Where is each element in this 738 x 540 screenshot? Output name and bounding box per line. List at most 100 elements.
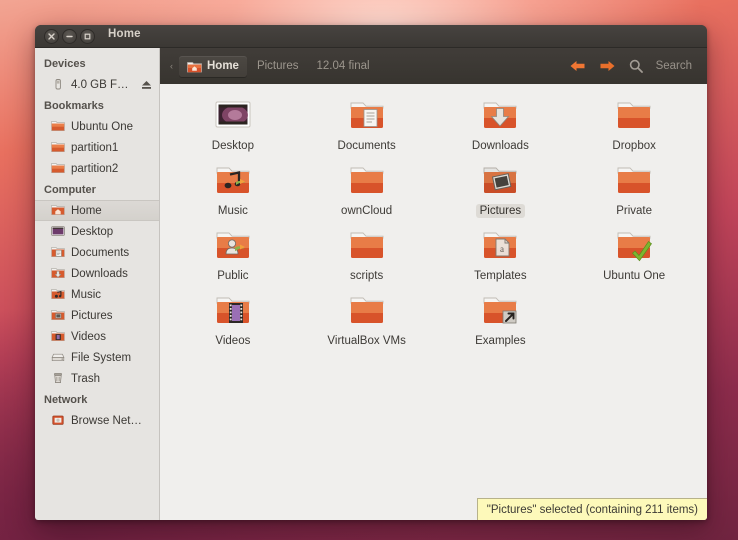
file-item-documents[interactable]: Documents bbox=[300, 92, 434, 157]
sidebar-item-label: Browse Net… bbox=[71, 414, 142, 427]
sidebar-item-ubuntu-one[interactable]: Ubuntu One bbox=[35, 116, 159, 137]
breadcrumb-item-pictures[interactable]: Pictures bbox=[249, 56, 307, 76]
sidebar-item-documents[interactable]: Documents bbox=[35, 242, 159, 263]
file-item-private[interactable]: Private bbox=[567, 157, 701, 222]
file-list-view[interactable]: Desktop Documents Downloads Dropbox Musi… bbox=[160, 84, 707, 520]
sidebar-item-videos[interactable]: Videos bbox=[35, 326, 159, 347]
sidebar-item-label: Ubuntu One bbox=[71, 120, 134, 133]
sidebar-item-label: File System bbox=[71, 351, 132, 364]
downloads-icon bbox=[51, 267, 65, 280]
sidebar-section-network: Network bbox=[44, 394, 88, 406]
music-icon bbox=[51, 288, 65, 301]
window-controls bbox=[44, 29, 95, 44]
file-item-public[interactable]: Public bbox=[166, 222, 300, 287]
file-item-label: Videos bbox=[215, 335, 251, 347]
breadcrumb-scroll-left-icon[interactable]: ‹ bbox=[170, 61, 173, 71]
harddisk-icon bbox=[51, 351, 65, 364]
maximize-button[interactable] bbox=[80, 29, 95, 44]
file-item-label: Ubuntu One bbox=[603, 270, 666, 282]
window-titlebar: Home bbox=[35, 25, 707, 48]
minimize-button[interactable] bbox=[62, 29, 77, 44]
sidebar-item-trash[interactable]: Trash bbox=[35, 368, 159, 389]
folder-icon bbox=[344, 160, 390, 202]
file-item-downloads[interactable]: Downloads bbox=[434, 92, 568, 157]
sidebar-item-label: Downloads bbox=[71, 267, 128, 280]
sidebar-item-desktop[interactable]: Desktop bbox=[35, 221, 159, 242]
sidebar-item-browse-network[interactable]: Browse Net… bbox=[35, 410, 159, 431]
file-item-dropbox[interactable]: Dropbox bbox=[567, 92, 701, 157]
sidebar-item-partition1[interactable]: partition1 bbox=[35, 137, 159, 158]
home-folder-icon bbox=[187, 60, 202, 73]
folder-icon bbox=[611, 160, 657, 202]
folder-link-icon bbox=[477, 290, 523, 332]
sidebar-item-label: partition1 bbox=[71, 141, 119, 154]
file-item-desktop[interactable]: Desktop bbox=[166, 92, 300, 157]
file-item-pictures[interactable]: Pictures bbox=[434, 157, 568, 222]
desktop-icon bbox=[51, 225, 65, 238]
sidebar-section-computer: Computer bbox=[44, 184, 96, 196]
file-item-owncloud[interactable]: ownCloud bbox=[300, 157, 434, 222]
file-item-label: ownCloud bbox=[341, 205, 393, 217]
home-icon bbox=[51, 204, 65, 217]
sidebar-item-label: Music bbox=[71, 288, 102, 301]
sidebar-section-bookmarks: Bookmarks bbox=[44, 100, 104, 112]
sidebar-item-4-0-gb-f[interactable]: 4.0 GB F… bbox=[35, 74, 159, 95]
file-item-scripts[interactable]: scripts bbox=[300, 222, 434, 287]
file-item-ubuntu-one[interactable]: Ubuntu One bbox=[567, 222, 701, 287]
search-label[interactable]: Search bbox=[656, 60, 692, 72]
sidebar-item-file-system[interactable]: File System bbox=[35, 347, 159, 368]
sidebar-item-label: Trash bbox=[71, 372, 100, 385]
breadcrumb-label: Pictures bbox=[256, 60, 299, 72]
folder-pictures-icon bbox=[477, 160, 523, 202]
file-item-label: Documents bbox=[337, 140, 396, 152]
file-item-music[interactable]: Music bbox=[166, 157, 300, 222]
videos-icon bbox=[51, 330, 65, 343]
file-item-examples[interactable]: Examples bbox=[434, 287, 568, 352]
network-icon bbox=[51, 414, 65, 427]
folder-icon bbox=[51, 162, 65, 175]
usb-drive-icon bbox=[51, 78, 65, 91]
folder-ubuntuone-icon bbox=[611, 225, 657, 267]
sidebar-item-label: Home bbox=[71, 204, 102, 217]
breadcrumb-label: Home bbox=[207, 60, 239, 72]
folder-downloads-icon bbox=[477, 95, 523, 137]
folder-public-icon bbox=[210, 225, 256, 267]
breadcrumb-item-home[interactable]: Home bbox=[179, 55, 247, 77]
sidebar-item-label: 4.0 GB F… bbox=[71, 78, 129, 91]
toolbar-right-group: Search bbox=[569, 59, 692, 73]
file-item-videos[interactable]: Videos bbox=[166, 287, 300, 352]
file-item-label: Private bbox=[616, 205, 653, 217]
close-button[interactable] bbox=[44, 29, 59, 44]
file-item-label: Desktop bbox=[211, 140, 254, 152]
sidebar-item-label: Desktop bbox=[71, 225, 114, 238]
search-icon[interactable] bbox=[629, 59, 643, 73]
file-item-templates[interactable]: a Templates bbox=[434, 222, 568, 287]
icon-grid: Desktop Documents Downloads Dropbox Musi… bbox=[160, 84, 707, 352]
sidebar-item-music[interactable]: Music bbox=[35, 284, 159, 305]
eject-icon[interactable] bbox=[141, 80, 152, 90]
sidebar-item-home[interactable]: Home bbox=[35, 200, 159, 221]
folder-videos-icon bbox=[210, 290, 256, 332]
folder-icon bbox=[344, 290, 390, 332]
documents-icon bbox=[51, 246, 65, 259]
sidebar-item-downloads[interactable]: Downloads bbox=[35, 263, 159, 284]
arrow-left-icon[interactable] bbox=[569, 59, 586, 73]
file-item-label: VirtualBox VMs bbox=[327, 335, 406, 347]
file-item-label: Music bbox=[217, 205, 248, 217]
status-text: "Pictures" selected (containing 211 item… bbox=[486, 503, 698, 516]
file-item-label: scripts bbox=[350, 270, 384, 282]
sidebar-item-partition2[interactable]: partition2 bbox=[35, 158, 159, 179]
file-item-virtualbox-vms[interactable]: VirtualBox VMs bbox=[300, 287, 434, 352]
folder-icon bbox=[344, 225, 390, 267]
file-item-label: Templates bbox=[474, 270, 527, 282]
sidebar-item-label: partition2 bbox=[71, 162, 119, 175]
arrow-right-icon[interactable] bbox=[599, 59, 616, 73]
trash-icon bbox=[51, 372, 65, 385]
sidebar: Devices 4.0 GB F… Bookmarks Ubuntu One p… bbox=[35, 48, 160, 520]
breadcrumb-item-1204-final[interactable]: 12.04 final bbox=[309, 56, 378, 76]
sidebar-section-devices: Devices bbox=[44, 58, 86, 70]
folder-templates-icon: a bbox=[477, 225, 523, 267]
sidebar-item-pictures[interactable]: Pictures bbox=[35, 305, 159, 326]
folder-icon bbox=[51, 120, 65, 133]
window-title: Home bbox=[108, 28, 141, 40]
